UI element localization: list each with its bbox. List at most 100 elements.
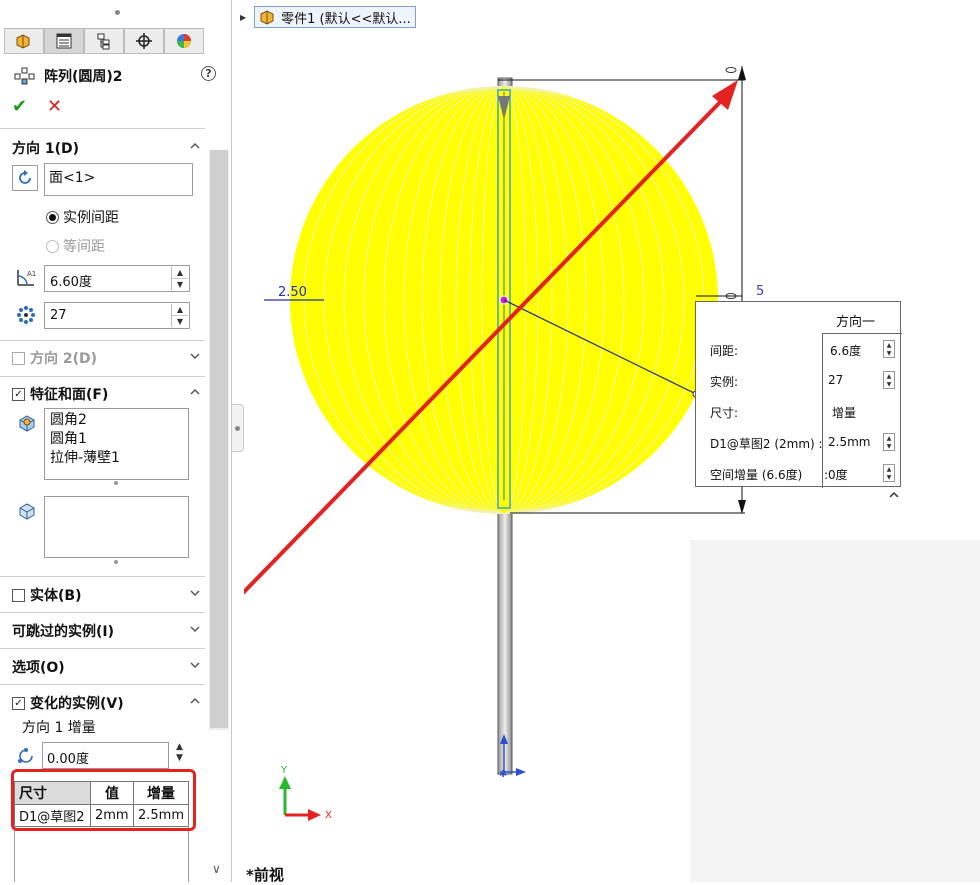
panel-collapse-handle[interactable] <box>232 404 244 452</box>
dialog-header-label: 方向一 <box>836 315 876 330</box>
radio-instance-spacing[interactable]: 实例间距 <box>46 207 119 227</box>
instance-count-value: 27 <box>50 308 67 323</box>
rotate-arrow-icon <box>19 170 31 184</box>
chevron-up-icon[interactable] <box>189 386 201 398</box>
list-item[interactable]: 拉伸-薄壁1 <box>50 449 120 468</box>
feature-title-text: 阵列(圆周)2 <box>44 69 123 85</box>
dir1-increment-input[interactable]: 0.00度 <box>42 742 169 769</box>
section-options-label: 选项(O) <box>12 660 65 676</box>
triad-y-label: Y <box>280 765 288 776</box>
feature-manager-tab-icon[interactable] <box>4 28 44 54</box>
pattern-axis-value: 面<1> <box>49 170 96 186</box>
list-resize-grip[interactable] <box>114 481 118 485</box>
dialog-row-value: 增量 <box>832 406 857 420</box>
checkbox-features-faces[interactable]: ✓ <box>12 387 25 401</box>
reverse-direction-button[interactable] <box>12 165 38 191</box>
divider <box>0 128 205 129</box>
radio-instance-spacing-label: 实例间距 <box>63 210 119 226</box>
section-vary-instances-label: 变化的实例(V) <box>30 696 124 712</box>
faces-list[interactable] <box>44 496 189 558</box>
section-direction2-header[interactable]: 方向 2(D) <box>12 348 97 368</box>
angle-spinbox[interactable]: 6.60度 ▲ ▼ <box>44 265 190 292</box>
section-features-faces-header[interactable]: ✓ 特征和面(F) <box>12 384 108 404</box>
dialog-spin-arrows[interactable]: ▲ ▼ <box>883 464 895 482</box>
radio-equal-spacing-label: 等间距 <box>63 239 105 255</box>
dialog-spin-arrows[interactable]: ▲ ▼ <box>883 340 895 358</box>
dialog-spin-arrows[interactable]: ▲ ▼ <box>883 371 895 389</box>
manager-tabs <box>4 28 204 54</box>
count-spin-arrows[interactable]: ▲ ▼ <box>171 304 188 327</box>
divider <box>0 648 205 649</box>
section-skip-instances-label: 可跳过的实例(I) <box>12 624 115 640</box>
origin-marker: ✱ <box>499 769 507 780</box>
checkbox-vary-instances[interactable]: ✓ <box>12 696 25 710</box>
list-item[interactable]: 圆角1 <box>50 430 87 449</box>
dimxpert-tab-icon[interactable] <box>124 28 164 54</box>
radio-equal-spacing[interactable]: 等间距 <box>46 236 105 256</box>
dimension-label-left[interactable]: 2.50 <box>278 285 307 300</box>
breadcrumb-expand-icon[interactable]: ▶ <box>240 13 246 22</box>
angle-increment-icon <box>18 748 33 763</box>
angle-spin-arrows[interactable]: ▲ ▼ <box>171 267 188 290</box>
dimension-label-right[interactable]: 5 <box>756 284 764 299</box>
part-icon <box>260 10 274 25</box>
list-resize-grip[interactable] <box>114 560 118 564</box>
dialog-divider <box>822 333 902 334</box>
increment-spin-arrows[interactable]: ▲ ▼ <box>176 742 183 764</box>
ok-button[interactable]: ✔ <box>12 96 27 117</box>
chevron-down-icon[interactable] <box>189 350 201 362</box>
checkbox-direction2[interactable] <box>12 351 25 365</box>
angle-icon: A1 <box>17 270 36 286</box>
dialog-row-value[interactable]: 27 <box>828 373 843 387</box>
section-direction1-header[interactable]: 方向 1(D) <box>12 138 79 158</box>
help-icon[interactable]: ? <box>201 66 216 81</box>
dialog-spin-arrows[interactable]: ▲ ▼ <box>883 433 895 451</box>
features-to-pattern-icon <box>19 415 35 432</box>
triad-x-label: X <box>325 810 332 821</box>
checkbox-bodies[interactable] <box>12 588 25 602</box>
features-list[interactable]: 圆角2 圆角1 拉伸-薄壁1 <box>44 408 189 480</box>
dir1-increment-value: 0.00度 <box>47 752 89 767</box>
pattern-axis-field[interactable]: 面<1> <box>44 163 193 196</box>
dialog-row-label: 实例: <box>710 375 739 389</box>
section-vary-instances-header[interactable]: ✓ 变化的实例(V) <box>12 693 124 713</box>
configuration-manager-tab-icon[interactable] <box>84 28 124 54</box>
instance-count-spinbox[interactable]: 27 ▲ ▼ <box>44 302 190 329</box>
divider <box>0 612 205 613</box>
section-features-faces-label: 特征和面(F) <box>30 387 109 403</box>
chevron-down-icon[interactable] <box>189 587 201 599</box>
section-direction2-label: 方向 2(D) <box>30 351 98 367</box>
chevron-up-icon[interactable] <box>189 140 201 152</box>
feature-breadcrumb: ▶ 零件1 (默认<<默认... <box>240 6 416 28</box>
instance-count-icon <box>17 306 35 324</box>
circular-pattern-icon <box>14 67 35 85</box>
scroll-down-icon[interactable]: ∨ <box>212 862 221 876</box>
section-direction1-label: 方向 1(D) <box>12 141 80 157</box>
section-options-header[interactable]: 选项(O) <box>12 657 65 677</box>
display-manager-tab-icon[interactable] <box>164 28 204 54</box>
dialog-row-value[interactable]: 2.5mm <box>828 435 870 449</box>
chevron-down-icon[interactable] <box>189 623 201 635</box>
property-manager-tab-icon[interactable] <box>44 28 84 54</box>
dialog-divider <box>822 333 823 488</box>
list-item[interactable]: 圆角2 <box>50 411 87 430</box>
divider <box>0 376 205 377</box>
section-skip-instances-header[interactable]: 可跳过的实例(I) <box>12 621 114 641</box>
dialog-row-label: 空间增量 (6.6度) <box>710 468 803 482</box>
dialog-row-value[interactable]: 6.6度 <box>830 342 861 359</box>
dir1-increment-label: 方向 1 增量 <box>22 720 96 736</box>
chevron-up-icon[interactable] <box>189 695 201 707</box>
faces-to-pattern-icon <box>19 503 35 520</box>
chevron-down-icon[interactable] <box>189 659 201 671</box>
cancel-button[interactable]: ✕ <box>47 96 62 117</box>
divider <box>0 576 205 577</box>
breadcrumb-part[interactable]: 零件1 (默认<<默认... <box>254 6 416 28</box>
section-bodies-label: 实体(B) <box>30 588 82 604</box>
dialog-row-label: D1@草图2 (2mm) : <box>710 437 823 451</box>
scrollbar-thumb[interactable] <box>210 150 228 728</box>
section-bodies-header[interactable]: 实体(B) <box>12 585 81 605</box>
dialog-collapse-icon[interactable] <box>888 490 900 500</box>
dialog-row-value[interactable]: :0度 <box>824 466 848 483</box>
panel-grip[interactable] <box>115 10 120 15</box>
table-empty-area <box>14 825 189 882</box>
